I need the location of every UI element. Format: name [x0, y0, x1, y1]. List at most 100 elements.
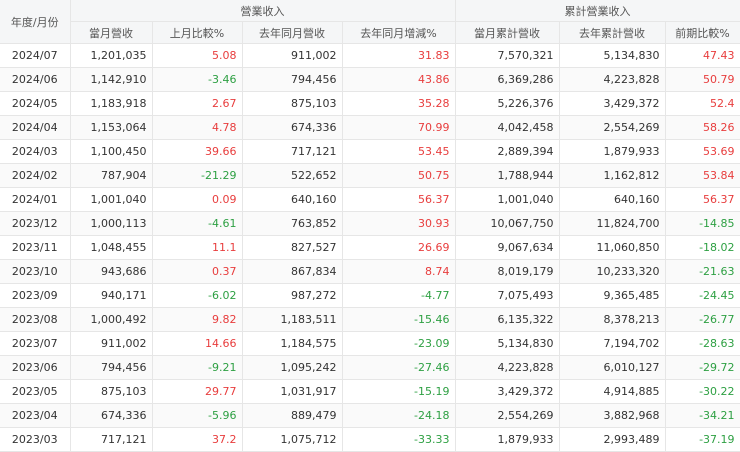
cumulative-change-cell: 53.69	[665, 139, 740, 164]
yoy-change-cell: 26.69	[342, 235, 456, 260]
monthly-revenue-cell: 1,183,918	[70, 91, 153, 116]
yoy-change-cell: -15.19	[342, 379, 456, 404]
yoy-change-cell: 30.93	[342, 211, 456, 236]
cumulative-revenue-cell: 1,001,040	[455, 187, 560, 212]
last-year-monthly-cell: 1,183,511	[242, 307, 343, 332]
monthly-revenue-cell: 717,121	[70, 427, 153, 452]
cumulative-change-cell: -21.63	[665, 259, 740, 284]
col-cumulative-revenue: 當月累計營收	[455, 21, 560, 44]
last-year-monthly-cell: 717,121	[242, 139, 343, 164]
last-year-cumulative-cell: 4,223,828	[559, 67, 666, 92]
yoy-change-cell: 53.45	[342, 139, 456, 164]
revenue-table: 年度/月份 營業收入 累計營業收入 當月營收 上月比較% 去年同月營收 去年同月…	[0, 0, 740, 452]
monthly-revenue-cell: 940,171	[70, 283, 153, 308]
monthly-revenue-cell: 943,686	[70, 259, 153, 284]
cumulative-revenue-cell: 2,554,269	[455, 403, 560, 428]
table-row: 2023/08 1,000,492 9.82 1,183,511 -15.46 6,135…	[0, 307, 740, 332]
monthly-revenue-cell: 1,001,040	[70, 187, 153, 212]
last-year-cumulative-cell: 11,060,850	[559, 235, 666, 260]
table-body: 2024/07 1,201,035 5.08 911,002 31.83 7,570,32…	[0, 43, 740, 452]
cumulative-revenue-cell: 1,788,944	[455, 163, 560, 188]
last-year-cumulative-cell: 2,993,489	[559, 427, 666, 452]
cumulative-revenue-cell: 9,067,634	[455, 235, 560, 260]
table-row: 2023/12 1,000,113 -4.61 763,852 30.93 10,067,…	[0, 211, 740, 236]
last-year-cumulative-cell: 1,162,812	[559, 163, 666, 188]
mom-change-cell: -6.02	[152, 283, 243, 308]
monthly-revenue-cell: 1,048,455	[70, 235, 153, 260]
cumulative-change-cell: -14.85	[665, 211, 740, 236]
cumulative-change-cell: 56.37	[665, 187, 740, 212]
yoy-change-cell: 8.74	[342, 259, 456, 284]
cumulative-revenue-cell: 6,135,322	[455, 307, 560, 332]
monthly-revenue-cell: 794,456	[70, 355, 153, 380]
cumulative-revenue-cell: 5,226,376	[455, 91, 560, 116]
table-row: 2024/05 1,183,918 2.67 875,103 35.28 5,226,37…	[0, 91, 740, 116]
monthly-revenue-cell: 1,000,113	[70, 211, 153, 236]
last-year-monthly-cell: 794,456	[242, 67, 343, 92]
period-cell: 2024/04	[0, 115, 71, 140]
last-year-monthly-cell: 674,336	[242, 115, 343, 140]
last-year-cumulative-cell: 8,378,213	[559, 307, 666, 332]
mom-change-cell: -3.46	[152, 67, 243, 92]
cumulative-change-cell: -26.77	[665, 307, 740, 332]
period-cell: 2023/11	[0, 235, 71, 260]
last-year-cumulative-cell: 5,134,830	[559, 43, 666, 68]
table-row: 2024/04 1,153,064 4.78 674,336 70.99 4,042,45…	[0, 115, 740, 140]
cumulative-revenue-cell: 3,429,372	[455, 379, 560, 404]
last-year-cumulative-cell: 1,879,933	[559, 139, 666, 164]
last-year-monthly-cell: 1,184,575	[242, 331, 343, 356]
table-row: 2023/03 717,121 37.2 1,075,712 -33.33 1,879,9…	[0, 427, 740, 452]
last-year-monthly-cell: 763,852	[242, 211, 343, 236]
monthly-revenue-cell: 787,904	[70, 163, 153, 188]
table-row: 2023/06 794,456 -9.21 1,095,242 -27.46 4,223,…	[0, 355, 740, 380]
period-cell: 2023/09	[0, 283, 71, 308]
cumulative-revenue-cell: 10,067,750	[455, 211, 560, 236]
yoy-change-cell: 50.75	[342, 163, 456, 188]
yoy-change-cell: -23.09	[342, 331, 456, 356]
mom-change-cell: 37.2	[152, 427, 243, 452]
last-year-cumulative-cell: 3,882,968	[559, 403, 666, 428]
cumulative-revenue-cell: 7,075,493	[455, 283, 560, 308]
col-monthly-revenue: 當月營收	[70, 21, 153, 44]
monthly-revenue-group-header: 營業收入	[70, 0, 456, 22]
cumulative-change-cell: 58.26	[665, 115, 740, 140]
col-last-year-monthly: 去年同月營收	[242, 21, 343, 44]
col-last-year-cumulative: 去年累計營收	[559, 21, 666, 44]
table-row: 2024/02 787,904 -21.29 522,652 50.75 1,788,94…	[0, 163, 740, 188]
cumulative-change-cell: -24.45	[665, 283, 740, 308]
period-cell: 2023/08	[0, 307, 71, 332]
yoy-change-cell: 70.99	[342, 115, 456, 140]
period-cell: 2024/07	[0, 43, 71, 68]
col-yoy-change: 去年同月增減%	[342, 21, 456, 44]
cumulative-change-cell: 53.84	[665, 163, 740, 188]
table-row: 2024/06 1,142,910 -3.46 794,456 43.86 6,369,2…	[0, 67, 740, 92]
mom-change-cell: -4.61	[152, 211, 243, 236]
table-row: 2023/07 911,002 14.66 1,184,575 -23.09 5,134,…	[0, 331, 740, 356]
cumulative-change-cell: -18.02	[665, 235, 740, 260]
last-year-monthly-cell: 522,652	[242, 163, 343, 188]
cumulative-revenue-cell: 5,134,830	[455, 331, 560, 356]
monthly-revenue-cell: 911,002	[70, 331, 153, 356]
last-year-cumulative-cell: 4,914,885	[559, 379, 666, 404]
last-year-monthly-cell: 987,272	[242, 283, 343, 308]
monthly-revenue-cell: 875,103	[70, 379, 153, 404]
mom-change-cell: 2.67	[152, 91, 243, 116]
last-year-monthly-cell: 867,834	[242, 259, 343, 284]
yoy-change-cell: -33.33	[342, 427, 456, 452]
table-row: 2023/09 940,171 -6.02 987,272 -4.77 7,075,493…	[0, 283, 740, 308]
period-header: 年度/月份	[0, 0, 71, 44]
period-cell: 2023/03	[0, 427, 71, 452]
cumulative-revenue-cell: 6,369,286	[455, 67, 560, 92]
last-year-cumulative-cell: 7,194,702	[559, 331, 666, 356]
last-year-monthly-cell: 1,095,242	[242, 355, 343, 380]
last-year-cumulative-cell: 10,233,320	[559, 259, 666, 284]
mom-change-cell: 39.66	[152, 139, 243, 164]
last-year-monthly-cell: 827,527	[242, 235, 343, 260]
table-row: 2024/07 1,201,035 5.08 911,002 31.83 7,570,32…	[0, 43, 740, 68]
period-cell: 2023/05	[0, 379, 71, 404]
yoy-change-cell: -24.18	[342, 403, 456, 428]
yoy-change-cell: 35.28	[342, 91, 456, 116]
monthly-revenue-cell: 1,142,910	[70, 67, 153, 92]
last-year-cumulative-cell: 3,429,372	[559, 91, 666, 116]
col-cumulative-change: 前期比較%	[665, 21, 740, 44]
